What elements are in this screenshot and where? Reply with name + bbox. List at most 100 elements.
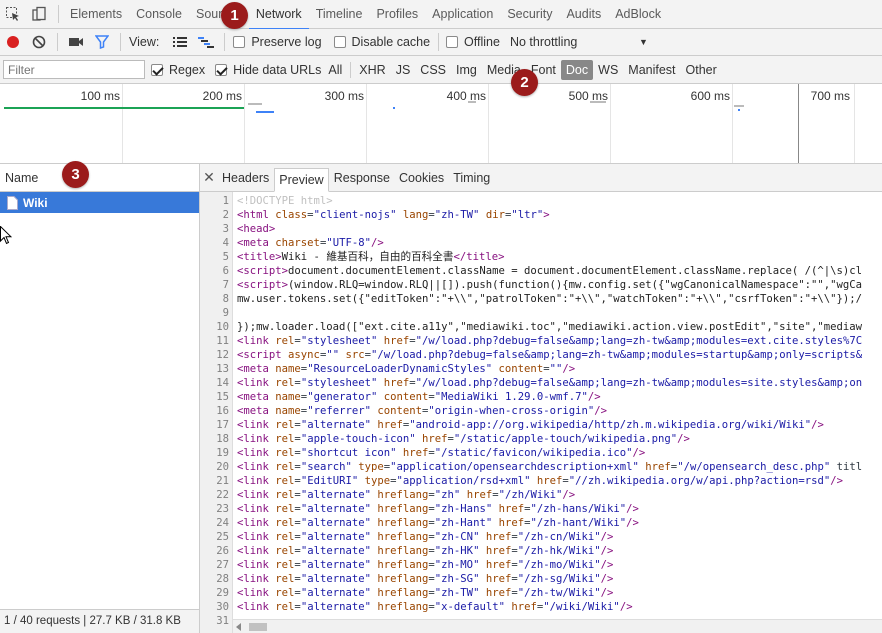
source-preview[interactable]: 1 <!DOCTYPE html> 2 <html class="client-noj… xyxy=(200,192,882,633)
line-number: 11 xyxy=(216,335,229,347)
line-number: 1 xyxy=(222,195,229,207)
tab-elements[interactable]: Elements xyxy=(63,0,129,29)
code-text: });mw.loader.load(["ext.cite.a11y","medi… xyxy=(237,321,863,333)
tab-network[interactable]: Network xyxy=(248,0,309,30)
preserve-log-label: Preserve log xyxy=(251,35,322,49)
code-text: <link rel="stylesheet" href="/w/load.php… xyxy=(237,377,863,389)
offline-box[interactable] xyxy=(446,36,459,48)
tab-timeline[interactable]: Timeline xyxy=(309,0,370,29)
filter-bar: Regex Hide data URLs All XHR JS CSS Img … xyxy=(0,56,882,84)
grid-line xyxy=(732,84,733,163)
tab-adblock[interactable]: AdBlock xyxy=(608,0,668,29)
toolbar-separator xyxy=(57,33,58,51)
filter-type-css[interactable]: CSS xyxy=(415,60,451,80)
filter-input[interactable] xyxy=(3,60,145,79)
tab-separator xyxy=(58,5,59,23)
code-line: 29 <link rel="alternate" hreflang="zh-TW"… xyxy=(200,586,882,600)
close-details-icon[interactable]: ✕ xyxy=(200,169,218,186)
filter-type-manifest[interactable]: Manifest xyxy=(623,60,680,80)
line-number: 5 xyxy=(222,251,229,263)
filter-type-all[interactable]: All xyxy=(323,60,347,80)
record-button[interactable] xyxy=(0,29,26,56)
funnel-icon xyxy=(95,35,109,49)
code-line: 21 <link rel="EditURI" type="application/… xyxy=(200,474,882,488)
code-text: <link rel="alternate" hreflang="zh-Hant"… xyxy=(237,517,639,529)
code-text: <link rel="alternate" hreflang="zh-MO" h… xyxy=(237,559,614,571)
regex-label: Regex xyxy=(169,62,206,77)
disable-cache-checkbox[interactable]: Disable cache xyxy=(333,35,430,49)
hide-data-urls-checkbox[interactable]: Hide data URLs xyxy=(215,63,321,77)
code-line: 1 <!DOCTYPE html> xyxy=(200,194,882,208)
hide-data-urls-box[interactable] xyxy=(215,63,228,76)
preserve-log-checkbox[interactable]: Preserve log xyxy=(233,35,322,49)
name-column-header[interactable]: Name xyxy=(0,164,199,192)
tab-preview[interactable]: Preview xyxy=(274,167,329,192)
inspect-element-icon[interactable] xyxy=(0,0,26,29)
tick-label: 700 ms xyxy=(810,89,850,103)
horizontal-scrollbar[interactable] xyxy=(233,619,882,633)
filter-type-other[interactable]: Other xyxy=(681,60,722,80)
line-number: 24 xyxy=(216,517,229,529)
tick-label: 400 ms xyxy=(446,89,486,103)
code-line: 17 <link rel="alternate" href="android-ap… xyxy=(200,418,882,432)
capture-screenshots-button[interactable] xyxy=(63,29,89,56)
regex-box[interactable] xyxy=(151,63,163,76)
filter-type-img[interactable]: Img xyxy=(451,60,482,80)
tab-headers[interactable]: Headers xyxy=(218,167,273,189)
filter-type-js[interactable]: JS xyxy=(391,60,416,80)
line-number: 9 xyxy=(222,307,229,319)
disable-cache-box[interactable] xyxy=(333,36,346,48)
filter-type-ws[interactable]: WS xyxy=(593,60,623,80)
filter-separator xyxy=(350,61,352,78)
tab-console[interactable]: Console xyxy=(129,0,189,29)
tab-cookies[interactable]: Cookies xyxy=(395,167,448,189)
line-number: 23 xyxy=(216,503,229,515)
code-text: <title>Wiki - 維基百科，自由的百科全書</title> xyxy=(237,251,505,263)
request-details-pane: ✕ Headers Preview Response Cookies Timin… xyxy=(200,164,882,633)
device-toolbar-icon[interactable] xyxy=(26,0,52,29)
code-text: <link rel="alternate" hreflang="zh-Hans"… xyxy=(237,503,639,515)
code-line: 10});mw.loader.load(["ext.cite.a11y","me… xyxy=(200,320,882,334)
filter-toggle-button[interactable] xyxy=(89,29,115,56)
line-number: 15 xyxy=(216,391,229,403)
scrollbar-thumb[interactable] xyxy=(249,623,267,631)
code-line: 27 <link rel="alternate" hreflang="zh-MO"… xyxy=(200,558,882,572)
request-row[interactable]: Wiki xyxy=(0,192,199,213)
line-number: 6 xyxy=(222,265,229,277)
timeline-overview[interactable]: 100 ms 200 ms 300 ms 400 ms 500 ms 600 m… xyxy=(0,84,882,164)
tab-application[interactable]: Application xyxy=(425,0,500,29)
clear-button[interactable] xyxy=(26,29,52,56)
tab-timing[interactable]: Timing xyxy=(449,167,494,189)
waterfall-bar xyxy=(734,105,744,107)
waterfall-bar xyxy=(256,111,274,113)
callout-badge: 2 xyxy=(511,69,538,96)
dropdown-arrow-icon: ▼ xyxy=(639,37,648,47)
line-number: 31 xyxy=(216,615,229,627)
scroll-left-icon[interactable] xyxy=(236,623,241,631)
clear-icon xyxy=(32,35,46,49)
overview-button[interactable] xyxy=(193,29,219,56)
code-line: 20 <link rel="search" type="application/o… xyxy=(200,460,882,474)
tick-label: 100 ms xyxy=(80,89,120,103)
grid-line xyxy=(244,84,245,163)
offline-checkbox[interactable]: Offline xyxy=(446,35,500,49)
throttling-select[interactable]: No throttling ▼ xyxy=(510,35,648,49)
tab-profiles[interactable]: Profiles xyxy=(369,0,425,29)
large-rows-button[interactable] xyxy=(167,29,193,56)
tab-audits[interactable]: Audits xyxy=(559,0,608,29)
code-line: 26 <link rel="alternate" hreflang="zh-HK"… xyxy=(200,544,882,558)
code-line: 3 <head> xyxy=(200,222,882,236)
waterfall-bar xyxy=(393,107,395,109)
code-line: 22 <link rel="alternate" hreflang="zh" hr… xyxy=(200,488,882,502)
regex-checkbox[interactable]: Regex xyxy=(151,63,205,77)
grid-line xyxy=(488,84,489,163)
request-summary-status: 1 / 40 requests | 27.7 KB / 31.8 KB xyxy=(0,609,199,633)
filter-type-doc[interactable]: Doc xyxy=(560,59,594,80)
filter-type-xhr[interactable]: XHR xyxy=(354,60,390,80)
line-number: 28 xyxy=(216,573,229,585)
line-number: 17 xyxy=(216,419,229,431)
code-line: 16 <meta name="referrer" content="origin-… xyxy=(200,404,882,418)
preserve-log-box[interactable] xyxy=(233,36,246,48)
tab-security[interactable]: Security xyxy=(500,0,559,29)
tab-response[interactable]: Response xyxy=(330,167,394,189)
